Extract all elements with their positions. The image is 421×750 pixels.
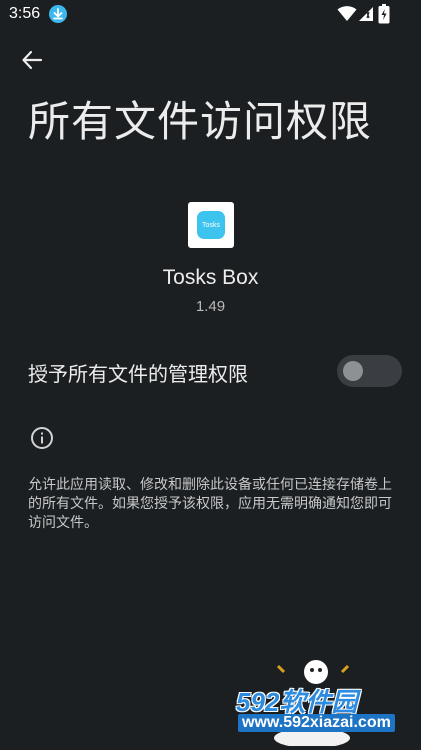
permission-label: 授予所有文件的管理权限	[28, 362, 248, 386]
battery-icon	[378, 4, 390, 24]
wifi-icon	[337, 6, 357, 22]
permission-toggle-row[interactable]: 授予所有文件的管理权限	[0, 350, 421, 394]
app-version: 1.49	[195, 298, 226, 315]
status-bar: 3:56	[0, 0, 421, 30]
status-time: 3:56	[9, 5, 41, 22]
app-icon-label: Tosks	[202, 221, 220, 229]
page-title: 所有文件访问权限	[28, 97, 373, 146]
download-icon	[49, 5, 67, 23]
toggle-thumb	[343, 361, 363, 381]
arrow-back-icon	[21, 49, 43, 75]
back-button[interactable]	[14, 44, 50, 80]
app-name: Tosks Box	[162, 266, 259, 289]
signal-icon	[358, 6, 374, 22]
watermark: 592软件园 www.592xiazai.com	[232, 656, 421, 748]
app-icon: Tosks	[188, 202, 234, 248]
permission-description: 允许此应用读取、修改和删除此设备或任何已连接存储卷上的所有文件。如果您授予该权限…	[28, 477, 392, 531]
app-icon-inner: Tosks	[197, 211, 225, 239]
watermark-url: www.592xiazai.com	[238, 714, 395, 732]
info-icon	[30, 426, 54, 450]
permission-toggle[interactable]	[337, 355, 402, 387]
